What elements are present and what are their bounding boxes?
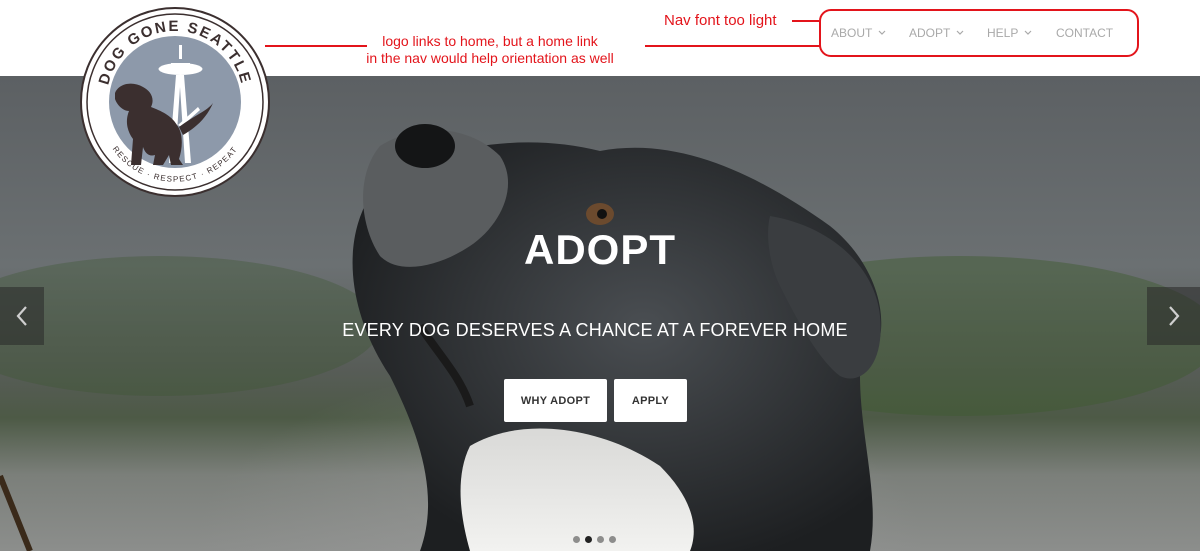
why-adopt-button[interactable]: WHY ADOPT — [504, 379, 607, 422]
carousel-dot[interactable] — [573, 536, 580, 543]
apply-button[interactable]: APPLY — [614, 379, 687, 422]
hero-subtitle: EVERY DOG DESERVES A CHANCE AT A FOREVER… — [342, 320, 848, 340]
annotation-line — [265, 45, 367, 47]
carousel-indicators — [573, 536, 616, 543]
annotation-nav-note: Nav font too light — [664, 12, 777, 29]
annotation-logo-note-line1: logo links to home, but a home link — [382, 33, 598, 49]
hero-title: ADOPT — [524, 226, 676, 273]
carousel-dot-active[interactable] — [585, 536, 592, 543]
carousel-dot[interactable] — [597, 536, 604, 543]
carousel-prev-button[interactable] — [0, 287, 44, 345]
chevron-left-icon — [16, 306, 27, 326]
annotation-logo-note: logo links to home, but a home link in t… — [340, 33, 640, 67]
annotation-line — [792, 20, 819, 22]
site-logo[interactable]: DOG GONE SEATTLE RESCUE · RESPECT · REPE… — [79, 7, 271, 197]
carousel-dot[interactable] — [609, 536, 616, 543]
carousel-next-button[interactable] — [1147, 287, 1200, 345]
annotation-nav-highlight — [819, 9, 1139, 57]
annotation-line — [645, 45, 820, 47]
chevron-right-icon — [1168, 306, 1179, 326]
annotation-logo-note-line2: in the nav would help orientation as wel… — [366, 50, 614, 66]
